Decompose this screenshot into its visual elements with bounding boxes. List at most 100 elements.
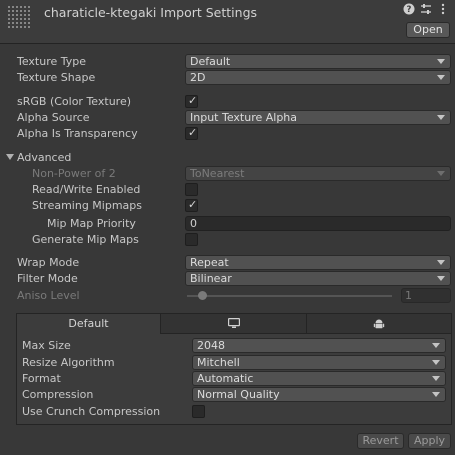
resize-algorithm-value: Mitchell xyxy=(197,356,240,369)
texture-shape-label: Texture Shape xyxy=(17,71,96,84)
revert-button[interactable]: Revert xyxy=(357,433,404,449)
max-size-row: Max Size 2048 xyxy=(17,338,451,354)
inspector-title: charaticle-ktegaki Import Settings xyxy=(44,5,258,20)
generate-mip-maps-row: Generate Mip Maps xyxy=(0,232,455,248)
resize-algorithm-dropdown[interactable]: Mitchell xyxy=(192,355,446,370)
texture-asset-icon xyxy=(7,5,31,29)
crunch-compression-row: Use Crunch Compression xyxy=(17,404,451,420)
aniso-level-label: Aniso Level xyxy=(17,289,80,302)
mip-map-priority-value: 0 xyxy=(190,217,197,230)
apply-button[interactable]: Apply xyxy=(408,433,451,449)
filter-mode-row: Filter Mode Bilinear xyxy=(0,271,455,287)
chevron-down-icon xyxy=(437,115,445,120)
crunch-compression-checkbox[interactable] xyxy=(192,405,205,418)
compression-dropdown[interactable]: Normal Quality xyxy=(192,387,446,402)
android-icon xyxy=(373,319,385,329)
svg-text:?: ? xyxy=(406,5,411,15)
read-write-label: Read/Write Enabled xyxy=(32,183,141,196)
texture-type-value: Default xyxy=(190,55,231,68)
crunch-compression-label: Use Crunch Compression xyxy=(22,405,161,418)
mip-map-priority-label: Mip Map Priority xyxy=(47,217,136,230)
chevron-down-icon xyxy=(432,360,440,365)
chevron-down-icon xyxy=(432,376,440,381)
alpha-source-value: Input Texture Alpha xyxy=(190,111,298,124)
chevron-down-icon xyxy=(432,343,440,348)
mip-map-priority-field[interactable]: 0 xyxy=(185,216,451,231)
resize-algorithm-label: Resize Algorithm xyxy=(22,356,115,369)
compression-label: Compression xyxy=(22,388,94,401)
format-label: Format xyxy=(22,372,61,385)
foldout-expanded-icon xyxy=(6,154,14,160)
chevron-down-icon xyxy=(437,171,445,176)
texture-type-row: Texture Type Default xyxy=(0,54,455,70)
non-power-of-2-row: Non-Power of 2 ToNearest xyxy=(0,166,455,182)
alpha-transparency-label: Alpha Is Transparency xyxy=(17,127,138,140)
max-size-dropdown[interactable]: 2048 xyxy=(192,338,446,353)
streaming-mipmaps-label: Streaming Mipmaps xyxy=(32,199,143,212)
chevron-down-icon xyxy=(437,276,445,281)
wrap-mode-value: Repeat xyxy=(190,256,229,269)
filter-mode-value: Bilinear xyxy=(190,272,232,285)
checkmark-icon: ✓ xyxy=(188,94,198,107)
non-power-of-2-label: Non-Power of 2 xyxy=(32,167,116,180)
wrap-mode-label: Wrap Mode xyxy=(17,256,80,269)
mip-map-priority-row: Mip Map Priority 0 xyxy=(0,216,455,232)
inspector-header: charaticle-ktegaki Import Settings ? Ope… xyxy=(0,0,455,44)
aniso-level-row: Aniso Level 1 xyxy=(0,288,455,304)
tab-default-label: Default xyxy=(68,317,109,330)
aniso-level-slider-thumb xyxy=(198,291,207,300)
advanced-foldout[interactable]: Advanced xyxy=(0,150,455,166)
texture-shape-value: 2D xyxy=(190,71,206,84)
filter-mode-label: Filter Mode xyxy=(17,272,78,285)
monitor-icon xyxy=(227,318,240,328)
tab-default[interactable]: Default xyxy=(17,314,161,334)
chevron-down-icon xyxy=(437,75,445,80)
non-power-of-2-dropdown: ToNearest xyxy=(185,166,451,181)
advanced-label: Advanced xyxy=(17,151,72,164)
max-size-value: 2048 xyxy=(197,339,225,352)
format-row: Format Automatic xyxy=(17,371,451,387)
settings-sliders-icon[interactable] xyxy=(419,3,432,16)
alpha-source-row: Alpha Source Input Texture Alpha xyxy=(0,110,455,126)
texture-type-dropdown[interactable]: Default xyxy=(185,54,451,69)
filter-mode-dropdown[interactable]: Bilinear xyxy=(185,271,451,286)
chevron-down-icon xyxy=(432,392,440,397)
aniso-level-value: 1 xyxy=(405,289,412,302)
aniso-level-slider-track xyxy=(187,295,392,297)
alpha-transparency-row: Alpha Is Transparency ✓ xyxy=(0,126,455,142)
platform-tabs: Default xyxy=(17,314,451,334)
checkmark-icon: ✓ xyxy=(188,198,198,211)
streaming-mipmaps-checkbox[interactable]: ✓ xyxy=(185,198,198,212)
format-dropdown[interactable]: Automatic xyxy=(192,371,446,386)
tab-android[interactable] xyxy=(307,314,451,334)
resize-algorithm-row: Resize Algorithm Mitchell xyxy=(17,355,451,371)
read-write-checkbox[interactable] xyxy=(185,183,198,196)
texture-shape-row: Texture Shape 2D xyxy=(0,70,455,86)
streaming-mipmaps-row: Streaming Mipmaps ✓ xyxy=(0,198,455,214)
alpha-transparency-checkbox[interactable]: ✓ xyxy=(185,126,198,140)
header-icons: ? xyxy=(402,3,449,16)
help-icon[interactable]: ? xyxy=(402,3,415,16)
open-button[interactable]: Open xyxy=(406,22,450,38)
alpha-source-dropdown[interactable]: Input Texture Alpha xyxy=(185,110,451,125)
srgb-label: sRGB (Color Texture) xyxy=(17,95,132,108)
texture-type-label: Texture Type xyxy=(17,55,87,68)
compression-row: Compression Normal Quality xyxy=(17,387,451,403)
format-value: Automatic xyxy=(197,372,254,385)
alpha-source-label: Alpha Source xyxy=(17,111,90,124)
max-size-label: Max Size xyxy=(22,339,71,352)
platform-settings-panel: Default Max Size 2048 Resize Algorithm M… xyxy=(16,313,452,425)
srgb-checkbox[interactable]: ✓ xyxy=(185,94,198,108)
non-power-of-2-value: ToNearest xyxy=(190,167,245,180)
wrap-mode-dropdown[interactable]: Repeat xyxy=(185,255,451,270)
more-vertical-icon[interactable] xyxy=(436,3,449,16)
srgb-row: sRGB (Color Texture) ✓ xyxy=(0,94,455,110)
chevron-down-icon xyxy=(437,260,445,265)
generate-mip-maps-label: Generate Mip Maps xyxy=(32,233,139,246)
checkmark-icon: ✓ xyxy=(188,126,198,139)
generate-mip-maps-checkbox[interactable] xyxy=(185,233,198,246)
texture-shape-dropdown[interactable]: 2D xyxy=(185,70,451,85)
wrap-mode-row: Wrap Mode Repeat xyxy=(0,255,455,271)
read-write-row: Read/Write Enabled xyxy=(0,182,455,198)
tab-standalone[interactable] xyxy=(161,314,307,334)
